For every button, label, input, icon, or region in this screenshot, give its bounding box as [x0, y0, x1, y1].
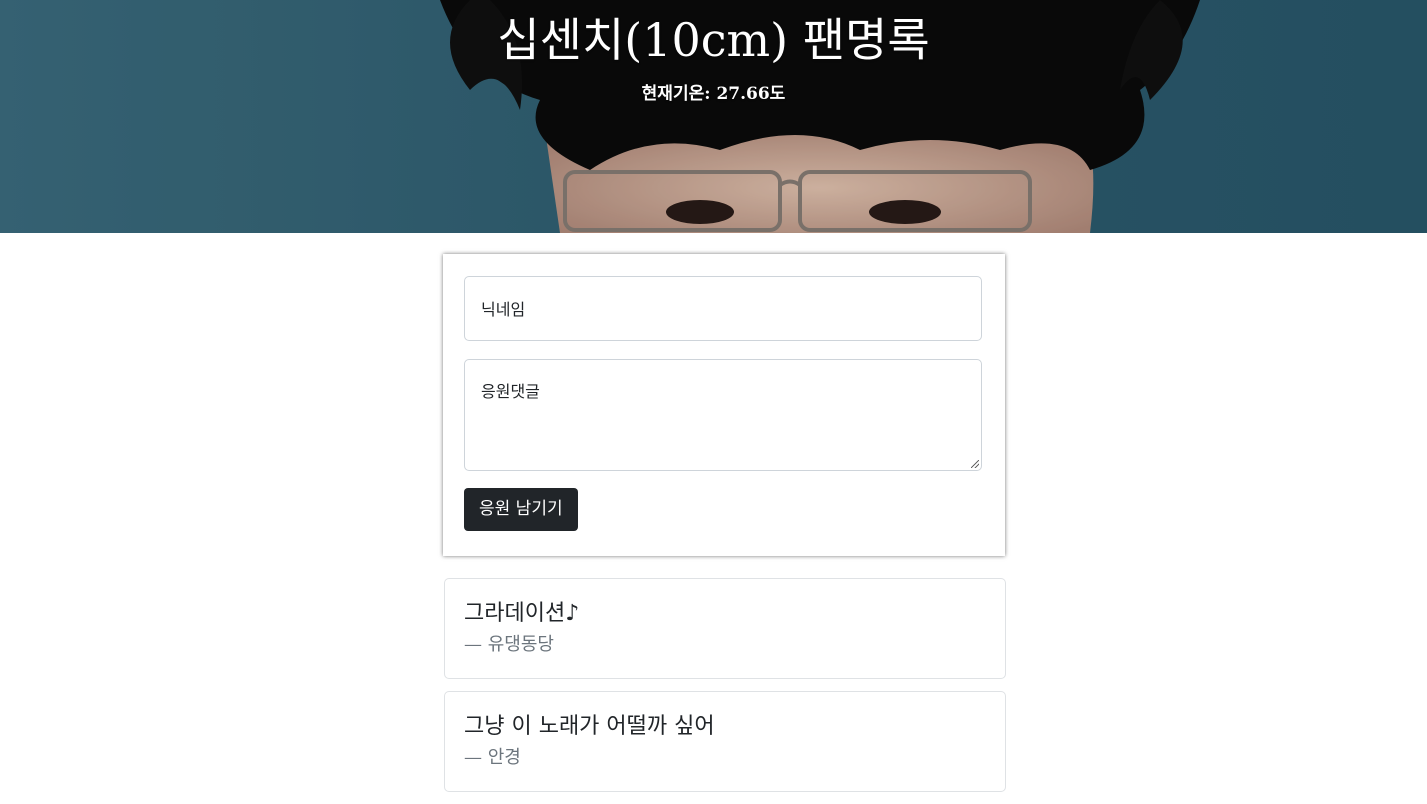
page-title: 십센치(10cm) 팬명록: [497, 13, 930, 67]
comment-text: 그라데이션♪: [464, 601, 580, 626]
temperature-value: 27.66도: [716, 84, 786, 104]
comment-card: 그냥 이 노래가 어떨까 싶어 — 안경: [444, 691, 1006, 792]
comment-placeholder: 응원댓글: [481, 382, 540, 401]
comment-list: 그라데이션♪ — 유댕동당 그냥 이 노래가 어떨까 싶어 — 안경: [444, 578, 1006, 804]
hero-banner: 십센치(10cm) 팬명록 현재기온: 27.66도: [0, 0, 1427, 233]
guestbook-form: 닉네임 응원댓글 응원 남기기: [443, 254, 1005, 556]
temperature-label: 현재기온:: [641, 84, 711, 104]
comment-card: 그라데이션♪ — 유댕동당: [444, 578, 1006, 679]
nickname-input[interactable]: 닉네임: [464, 276, 982, 341]
nickname-placeholder: 닉네임: [481, 300, 526, 319]
comment-author: — 안경: [464, 747, 521, 768]
comment-textarea[interactable]: 응원댓글: [464, 359, 982, 471]
submit-cheer-button[interactable]: 응원 남기기: [464, 488, 578, 531]
comment-author: — 유댕동당: [464, 634, 554, 655]
comment-text: 그냥 이 노래가 어떨까 싶어: [464, 714, 715, 739]
temperature-readout: 현재기온: 27.66도: [0, 82, 1427, 106]
resize-handle-icon[interactable]: [971, 460, 979, 468]
